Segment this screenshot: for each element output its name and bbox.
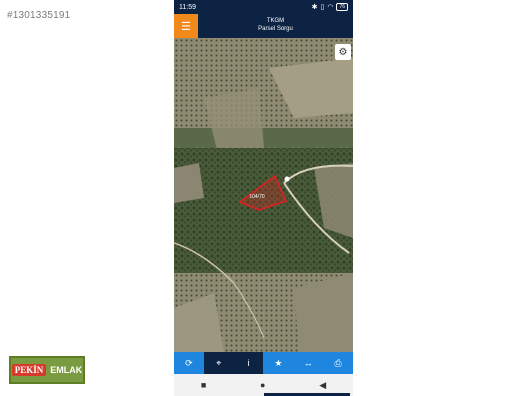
info-button[interactable]: i bbox=[233, 352, 264, 374]
map-toolbar: ⟳ ⌖ i ★ ↔ ⎙ bbox=[174, 352, 353, 374]
wifi-icon: ◠ bbox=[327, 4, 334, 11]
logo-word-pekin: PEKİN bbox=[11, 364, 47, 376]
phone-screen: 11:59 ✱ ▯ ◠ 76 ☰ TKGM Parsel Sorgu 104/7… bbox=[174, 0, 353, 396]
logo-word-emlak: EMLAK bbox=[50, 365, 83, 375]
pekin-emlak-logo: PEKİN EMLAK bbox=[9, 356, 85, 384]
battery-icon: 76 bbox=[336, 3, 348, 11]
print-button[interactable]: ⎙ bbox=[323, 352, 353, 374]
home-icon[interactable]: ● bbox=[260, 380, 265, 390]
settings-button[interactable]: ⚙ bbox=[335, 44, 351, 60]
measure-icon: ↔ bbox=[303, 358, 313, 368]
info-icon: i bbox=[247, 358, 250, 368]
app-title: TKGM bbox=[266, 18, 285, 24]
location-marker[interactable] bbox=[284, 176, 290, 182]
recents-icon[interactable]: ■ bbox=[201, 380, 206, 390]
gear-icon: ⚙ bbox=[338, 46, 348, 58]
locate-button[interactable]: ⌖ bbox=[203, 352, 234, 374]
print-icon: ⎙ bbox=[334, 357, 342, 368]
status-bar: 11:59 ✱ ▯ ◠ 76 bbox=[174, 0, 353, 14]
listing-id: #1301335191 bbox=[7, 10, 71, 21]
locate-icon: ⌖ bbox=[216, 357, 222, 368]
measure-button[interactable]: ↔ bbox=[293, 352, 323, 374]
satellite-map[interactable]: 104/70 bbox=[174, 38, 353, 352]
app-subtitle: Parsel Sorgu bbox=[258, 26, 293, 32]
hamburger-menu-icon: ☰ bbox=[181, 20, 191, 33]
status-icons: ✱ ▯ ◠ 76 bbox=[312, 3, 348, 11]
bluetooth-icon: ✱ bbox=[311, 4, 318, 11]
menu-button[interactable]: ☰ bbox=[174, 14, 198, 38]
app-title-block: TKGM Parsel Sorgu bbox=[198, 17, 353, 33]
vibrate-icon: ▯ bbox=[320, 4, 325, 11]
status-time: 11:59 bbox=[179, 3, 196, 11]
refresh-icon: ⟳ bbox=[185, 357, 193, 368]
parcel-label: 104/70 bbox=[249, 194, 265, 200]
star-icon: ★ bbox=[274, 357, 283, 368]
back-icon[interactable]: ◀ bbox=[319, 380, 326, 391]
app-bar: ☰ TKGM Parsel Sorgu bbox=[174, 14, 353, 38]
refresh-button[interactable]: ⟳ bbox=[174, 352, 204, 374]
favorite-button[interactable]: ★ bbox=[263, 352, 293, 374]
